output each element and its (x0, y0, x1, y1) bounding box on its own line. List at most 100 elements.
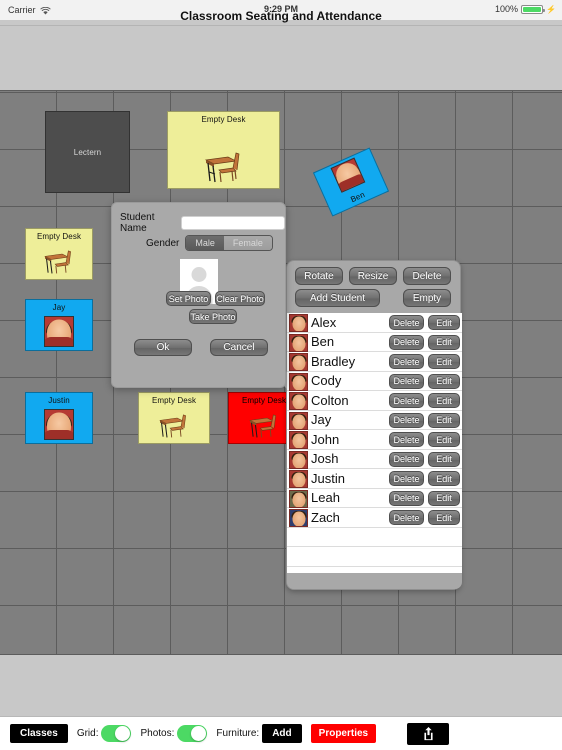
list-item[interactable]: Alex Delete Edit (287, 313, 462, 333)
nav-bar: Classroom Seating and Attendance (0, 0, 562, 25)
list-item[interactable]: John Delete Edit (287, 430, 462, 450)
popover-toolbar: Rotate Resize Delete Add Student Empty (287, 261, 462, 313)
delete-student-button[interactable]: Delete (389, 412, 424, 428)
bottom-toolbar: Classes Grid: Photos: Furniture: Add Pro… (0, 716, 562, 750)
take-photo-button[interactable]: Take Photo (189, 309, 237, 324)
edit-student-button[interactable]: Edit (428, 451, 460, 467)
popover-footer (287, 573, 462, 589)
photo-toggle-group: Photos: (140, 725, 208, 742)
student-thumbnail (289, 509, 308, 527)
delete-object-button[interactable]: Delete (403, 267, 451, 285)
student-thumbnail (289, 411, 308, 430)
desk-chair-icon (41, 247, 77, 275)
edit-student-button[interactable]: Edit (428, 432, 460, 447)
delete-student-button[interactable]: Delete (389, 451, 424, 467)
delete-student-button[interactable]: Delete (389, 315, 424, 330)
gender-female-option[interactable]: Female (223, 236, 272, 250)
delete-student-button[interactable]: Delete (389, 490, 424, 506)
grid-toggle-group: Grid: (77, 725, 132, 742)
share-icon (424, 727, 433, 741)
gender-label: Gender (146, 237, 180, 249)
object-label: Empty Desk (36, 232, 82, 241)
classes-button[interactable]: Classes (10, 724, 68, 743)
object-label: Lectern (73, 147, 102, 157)
ok-button[interactable]: Ok (134, 339, 192, 356)
properties-button[interactable]: Properties (310, 724, 377, 743)
canvas-object-student-ben[interactable]: Ben (312, 147, 390, 217)
student-list-popover: Rotate Resize Delete Add Student Empty A… (278, 260, 462, 590)
student-name-label: Student Name (120, 212, 155, 234)
object-label: Jay (52, 303, 66, 312)
nav-divider (0, 25, 562, 26)
add-furniture-button[interactable]: Add (262, 724, 302, 743)
list-item[interactable]: Leah Delete Edit (287, 489, 462, 508)
delete-student-button[interactable]: Delete (389, 510, 424, 525)
student-name-row: Student Name (120, 212, 285, 234)
delete-student-button[interactable]: Delete (389, 471, 424, 486)
share-button[interactable] (407, 722, 450, 745)
edit-student-button[interactable]: Edit (428, 334, 460, 350)
edit-student-button[interactable]: Edit (428, 471, 460, 486)
student-thumbnail (289, 489, 308, 508)
edit-student-button[interactable]: Edit (428, 393, 460, 408)
photo-switch[interactable] (177, 725, 208, 742)
list-item[interactable]: Colton Delete Edit (287, 391, 462, 411)
student-thumbnail (289, 333, 308, 352)
list-item-empty (287, 528, 462, 547)
list-item[interactable]: Josh Delete Edit (287, 450, 462, 469)
list-item[interactable]: Zach Delete Edit (287, 508, 462, 528)
rotate-button[interactable]: Rotate (295, 267, 343, 285)
student-thumbnail (289, 353, 308, 371)
desk-chair-icon (246, 411, 282, 439)
empty-button[interactable]: Empty (403, 289, 451, 307)
list-item-empty (287, 547, 462, 567)
student-thumbnail (289, 450, 308, 469)
gender-male-option[interactable]: Male (186, 236, 224, 250)
student-edit-dialog: Student Name Gender Male Female Set Phot… (111, 202, 286, 388)
canvas-object-empty-desk-1[interactable]: Empty Desk (167, 111, 280, 189)
student-photo (330, 157, 366, 193)
canvas-object-student-jay[interactable]: Jay (25, 299, 93, 351)
list-item[interactable]: Cody Delete Edit (287, 372, 462, 391)
canvas-object-lectern[interactable]: Lectern (45, 111, 130, 193)
clear-photo-button[interactable]: Clear Photo (215, 291, 265, 306)
object-label: Empty Desk (151, 396, 197, 405)
delete-student-button[interactable]: Delete (389, 393, 424, 408)
edit-student-button[interactable]: Edit (428, 412, 460, 428)
edit-student-button[interactable]: Edit (428, 354, 460, 369)
list-item[interactable]: Jay Delete Edit (287, 411, 462, 430)
set-photo-button[interactable]: Set Photo (166, 291, 211, 306)
gender-segmented-control[interactable]: Male Female (185, 235, 273, 251)
canvas-object-empty-desk-2[interactable]: Empty Desk (25, 228, 93, 280)
student-photo (44, 409, 74, 440)
student-list[interactable]: Alex Delete Edit Ben Delete Edit Bradley… (287, 313, 462, 575)
delete-student-button[interactable]: Delete (389, 334, 424, 350)
delete-student-button[interactable]: Delete (389, 432, 424, 447)
page-title: Classroom Seating and Attendance (180, 8, 382, 23)
edit-student-button[interactable]: Edit (428, 510, 460, 525)
cancel-button[interactable]: Cancel (210, 339, 268, 356)
object-label: Empty Desk (201, 115, 246, 124)
desk-chair-icon (156, 411, 192, 439)
list-item[interactable]: Ben Delete Edit (287, 333, 462, 352)
delete-student-button[interactable]: Delete (389, 373, 424, 389)
add-student-button[interactable]: Add Student (295, 289, 380, 307)
student-thumbnail (289, 470, 308, 488)
grid-switch[interactable] (101, 725, 132, 742)
edit-student-button[interactable]: Edit (428, 490, 460, 506)
resize-button[interactable]: Resize (349, 267, 397, 285)
desk-chair-icon (202, 148, 246, 184)
student-name-input[interactable] (181, 216, 285, 230)
canvas-object-student-justin[interactable]: Justin (25, 392, 93, 444)
canvas-object-empty-desk-3[interactable]: Empty Desk (138, 392, 210, 444)
edit-student-button[interactable]: Edit (428, 315, 460, 330)
student-thumbnail (289, 372, 308, 391)
student-thumbnail (289, 431, 308, 449)
student-thumbnail (289, 314, 308, 332)
edit-student-button[interactable]: Edit (428, 373, 460, 389)
furniture-group: Furniture: Add (216, 724, 302, 743)
list-item[interactable]: Bradley Delete Edit (287, 352, 462, 372)
delete-student-button[interactable]: Delete (389, 354, 424, 369)
list-item[interactable]: Justin Delete Edit (287, 469, 462, 489)
photo-label: Photos: (140, 728, 175, 739)
